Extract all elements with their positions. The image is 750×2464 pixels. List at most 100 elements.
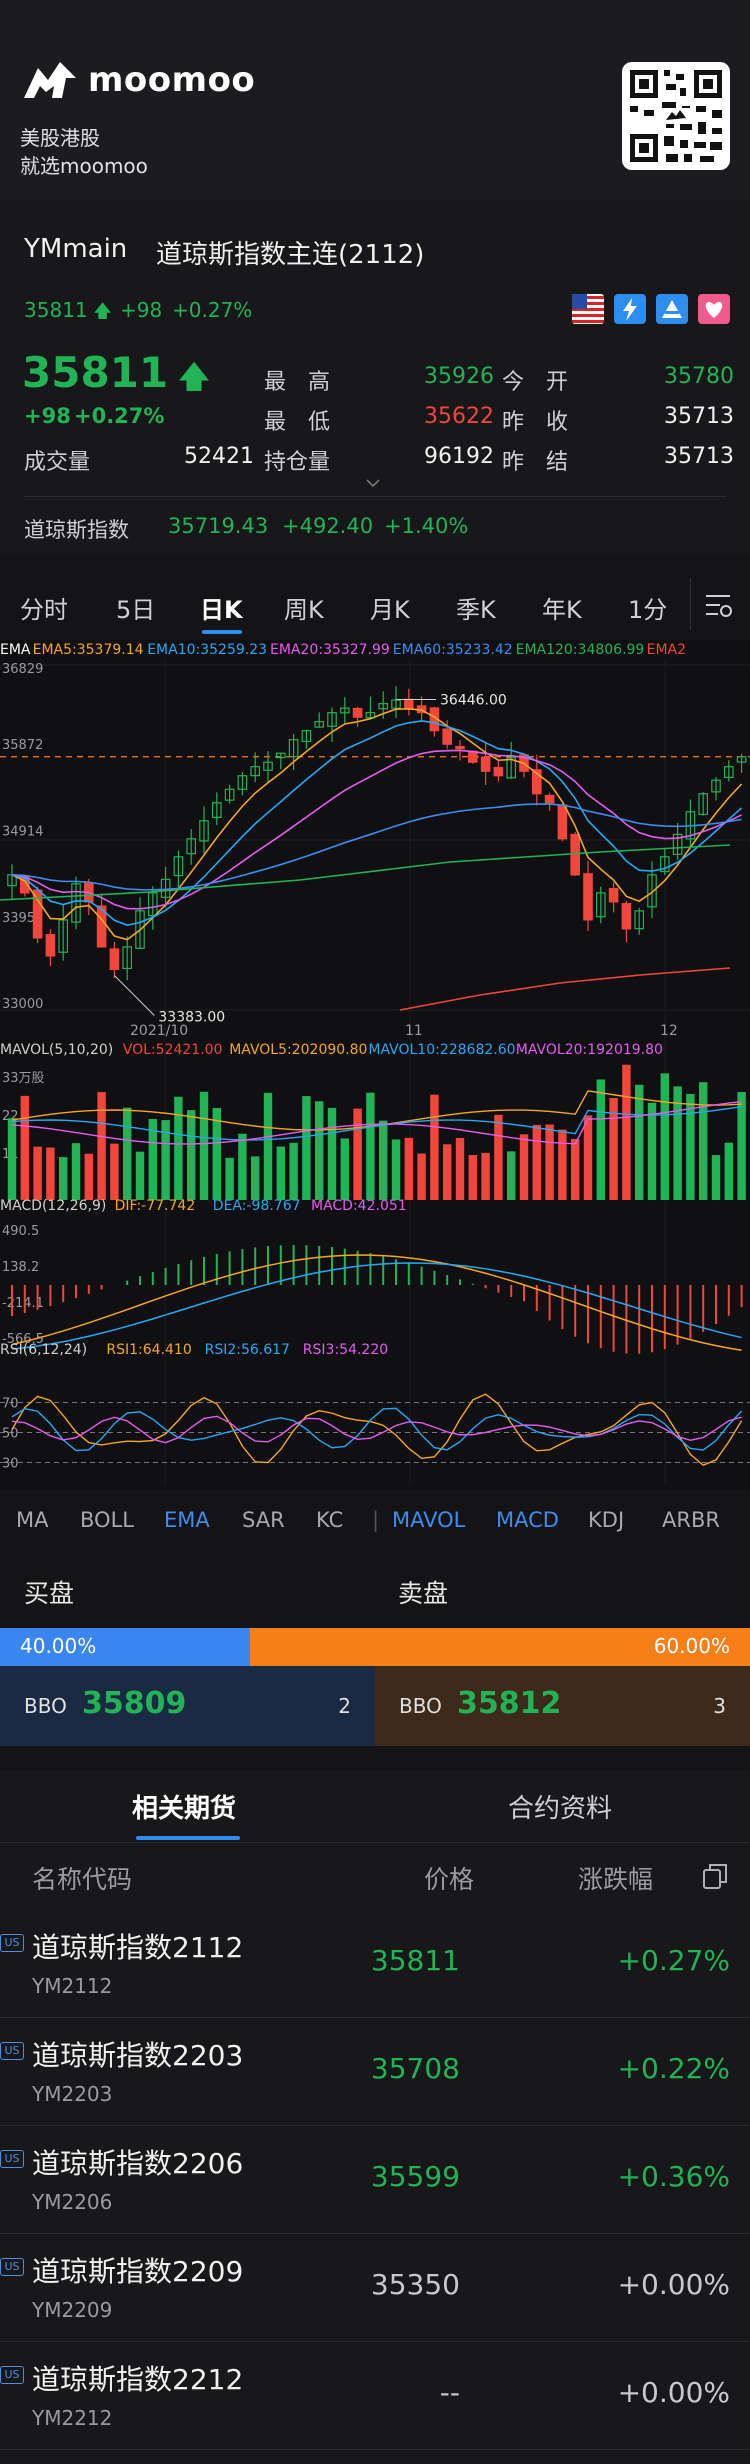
volume-bar (622, 1064, 631, 1200)
y-tick-label: 35872 (2, 738, 43, 753)
volume-bar (366, 1092, 375, 1200)
rsi-legend-2: RSI2:56.617 (205, 1342, 290, 1358)
ema-legend-4: EMA60:35233.42 (393, 642, 513, 658)
indicator-ema[interactable]: EMA (164, 1508, 210, 1532)
tab-yearly-k[interactable]: 年K (542, 590, 582, 625)
column-header-change[interactable]: 涨跌幅 (578, 1860, 653, 1896)
indicator-kc[interactable]: KC (316, 1508, 343, 1532)
volume-bar (737, 1092, 746, 1200)
volume-bar (443, 1144, 452, 1200)
high-value: 35926 (424, 364, 494, 389)
candle-body (608, 887, 619, 903)
ask-label: BBO (399, 1694, 442, 1718)
vol-legend-3: MAVOL10:228682.60 (368, 1042, 515, 1058)
table-row[interactable]: US 道琼斯指数2209 YM2209 35350 +0.00% (0, 2234, 750, 2342)
indicator-sar[interactable]: SAR (242, 1508, 285, 1532)
candle-body (109, 948, 120, 971)
tab-weekly-k[interactable]: 周K (284, 590, 324, 625)
level2-icon[interactable] (656, 294, 688, 324)
x-axis-label: 12 (660, 1023, 678, 1039)
volume-bar (507, 1151, 516, 1200)
ema-legend-5: EMA120:34806.99 (516, 642, 645, 658)
copy-icon[interactable] (702, 1862, 728, 1890)
ema250-line (399, 967, 731, 1011)
volume-bar (251, 1156, 260, 1200)
contract-change: +0.00% (617, 2376, 730, 2409)
ema-legend-3: EMA20:35327.99 (270, 642, 390, 658)
divider (690, 578, 691, 630)
rsi-line (11, 1393, 743, 1467)
volume-bar (263, 1092, 273, 1200)
indicator-arbr[interactable]: ARBR (662, 1508, 720, 1532)
lightning-icon[interactable] (614, 294, 646, 324)
volume-bar (430, 1094, 439, 1200)
candle-body (404, 698, 414, 709)
quote-panel: YMmain 道琼斯指数主连(2112) 35811 🡅 +98 +0.27% … (0, 200, 750, 555)
volume-bar (596, 1079, 605, 1200)
tab-quarterly-k[interactable]: 季K (456, 590, 496, 625)
indicator-kdj[interactable]: KDJ (588, 1508, 624, 1532)
volume-bar (71, 1143, 81, 1200)
indicator-bar: MA BOLL EMA SAR KC | MAVOL MACD KDJ ARBR (0, 1490, 750, 1550)
tab-monthly-k[interactable]: 月K (370, 590, 410, 625)
sell-percent: 60.00% (653, 1634, 730, 1658)
indicator-macd[interactable]: MACD (496, 1508, 559, 1532)
x-axis-label: 2021/10 (130, 1023, 188, 1039)
table-row[interactable]: US 道琼斯指数2203 YM2203 35708 +0.22% (0, 2018, 750, 2126)
candle-body (570, 833, 580, 876)
expand-chevron-icon[interactable] (366, 478, 380, 488)
macd-legend-1: DIF:-77.742 (115, 1198, 196, 1214)
favorite-heart-icon[interactable] (698, 294, 730, 324)
column-header-price[interactable]: 价格 (424, 1860, 474, 1896)
tab-1min[interactable]: 1分 (628, 590, 667, 625)
rsi-legend-0: RSI(6,12,24) (0, 1342, 87, 1358)
vol-legend-0: MAVOL(5,10,20) (0, 1042, 113, 1058)
volume-bar (340, 1138, 349, 1200)
y-tick-label: 36829 (2, 662, 43, 677)
buy-side-label: 买盘 (24, 1579, 75, 1608)
open-interest-value: 96192 (424, 444, 494, 469)
volume-bar (199, 1091, 209, 1200)
mavol-line (11, 1105, 742, 1141)
contract-price: 35811 (370, 1944, 460, 1977)
vol-legend-2: MAVOL5:202090.80 (229, 1042, 367, 1058)
tab-contract-info[interactable]: 合约资料 (508, 1788, 612, 1825)
symbol-code: YMmain (24, 234, 128, 264)
table-row[interactable]: US 道琼斯指数2112 YM2112 35811 +0.27% (0, 1910, 750, 2018)
tab-daily-k[interactable]: 日K (200, 590, 243, 625)
active-tab-indicator (202, 630, 242, 634)
chart-settings-icon[interactable] (704, 592, 734, 620)
volume-bar (353, 1108, 362, 1200)
rsi-line (11, 1415, 742, 1444)
table-row[interactable]: US 道琼斯指数2206 YM2206 35599 +0.36% (0, 2126, 750, 2234)
volume-bar (468, 1155, 477, 1200)
contract-name: 道琼斯指数2206 (32, 2147, 244, 2180)
contract-price: 35708 (370, 2052, 460, 2085)
tab-5day[interactable]: 5日 (116, 590, 155, 625)
volume-bar (302, 1096, 311, 1200)
volume-bar (225, 1157, 234, 1200)
bbo-panel: 买盘 卖盘 40.00% 60.00% BBO 35809 2 BBO 3581… (0, 1560, 750, 1760)
low-value: 35622 (424, 404, 494, 429)
volume-bar (7, 1118, 17, 1200)
ema-legend-2: EMA10:35259.23 (147, 642, 267, 658)
indicator-boll[interactable]: BOLL (80, 1508, 134, 1532)
chart-canvas[interactable]: EMA EMA5:35379.14 EMA10:35259.23 EMA20:3532… (0, 640, 750, 1490)
prev-settle-label: 昨 结 (502, 450, 569, 475)
price-percent: +0.27% (74, 404, 165, 428)
app-download-banner[interactable]: moomoo 美股港股 就选moomoo (0, 0, 750, 200)
market-badge: US (0, 1934, 24, 1952)
indicator-mavol[interactable]: MAVOL (392, 1508, 465, 1532)
mini-price: 35811 🡅 (24, 298, 112, 322)
active-tab-indicator (136, 1836, 240, 1840)
tab-intraday[interactable]: 分时 (20, 590, 68, 625)
tab-related-futures[interactable]: 相关期货 (132, 1788, 236, 1825)
volume-bar (455, 1137, 465, 1200)
volume-bar (174, 1096, 183, 1200)
contract-code: YM2203 (32, 2082, 113, 2106)
kline-chart[interactable]: EMA EMA5:35379.14 EMA10:35259.23 EMA20:3532… (0, 640, 750, 1490)
table-row[interactable]: US 道琼斯指数2212 YM2212 -- +0.00% (0, 2342, 750, 2450)
indicator-ma[interactable]: MA (16, 1508, 48, 1532)
volume-bar (558, 1129, 567, 1200)
volume-bar (583, 1115, 593, 1200)
